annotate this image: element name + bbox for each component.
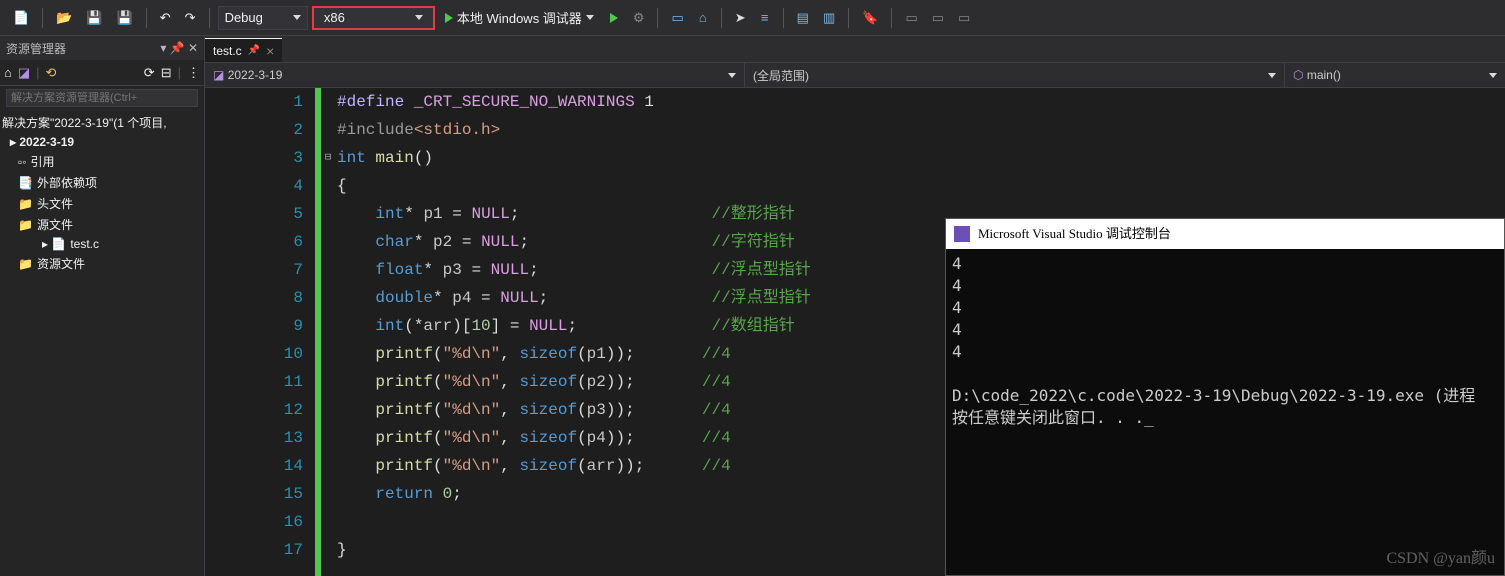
attach-icon[interactable]: ⚙ [628, 7, 650, 29]
play-icon [445, 13, 453, 23]
indent-icon[interactable]: ≡ [755, 7, 775, 29]
console-title-label: Microsoft Visual Studio 调试控制台 [978, 223, 1171, 245]
project-node[interactable]: ▸ 2022-3-19 [0, 133, 204, 151]
external-deps-node[interactable]: 📑 外部依赖项 [0, 172, 204, 193]
undo-icon[interactable]: ↶ [155, 7, 176, 29]
uncomment-icon[interactable]: ▥ [818, 7, 840, 29]
explorer-title: 资源管理器 [6, 40, 66, 57]
misc-icon-2[interactable]: ▭ [927, 7, 949, 29]
home-icon[interactable]: ⌂ [4, 65, 12, 80]
chevron-down-icon [586, 15, 594, 20]
save-all-icon[interactable]: 💾 [112, 7, 138, 29]
main-toolbar: 📄 📂 💾 💾 ↶ ↷ Debug x86 本地 Windows 调试器 ⚙ ▭… [0, 0, 1505, 36]
platform-label: x86 [324, 10, 345, 25]
start-without-debugging-icon[interactable] [604, 7, 624, 29]
debugger-label: 本地 Windows 调试器 [457, 8, 582, 27]
new-project-icon[interactable]: 📄 [8, 7, 34, 29]
file-tab-test-c[interactable]: test.c 📌 × [205, 38, 282, 62]
configuration-label: Debug [225, 10, 263, 25]
console-output: 4 4 4 4 4 D:\code_2022\c.code\2022-3-19\… [946, 249, 1504, 433]
chevron-down-icon [293, 15, 301, 20]
sources-node[interactable]: 📁 源文件 [0, 214, 204, 235]
references-node[interactable]: ▫◦ 引用 [0, 151, 204, 172]
open-folder-icon[interactable]: 📂 [51, 7, 77, 29]
redo-icon[interactable]: ↷ [180, 7, 201, 29]
console-titlebar[interactable]: Microsoft Visual Studio 调试控制台 [946, 219, 1504, 249]
nav-global-scope[interactable]: (全局范围) [745, 63, 1285, 87]
pin-icon[interactable]: 📌 [248, 45, 260, 56]
navigation-bar: ◪ 2022-3-19 (全局范围) ⬡ main() [205, 62, 1505, 88]
explorer-toolbar: ⌂ ◪ | ⟲ ⟳ ⊟ | ⋮ [0, 60, 204, 86]
history-icon[interactable]: ⟲ [46, 65, 57, 81]
tool-icon-1[interactable]: ▭ [666, 7, 688, 29]
nav-project-scope[interactable]: ◪ 2022-3-19 [205, 63, 745, 87]
tab-bar: test.c 📌 × [205, 36, 1505, 62]
platform-dropdown[interactable]: x86 [312, 6, 435, 30]
misc-icon-3[interactable]: ▭ [953, 7, 975, 29]
configuration-dropdown[interactable]: Debug [218, 6, 308, 30]
explorer-header-controls: ▾ 📌 ✕ [160, 41, 198, 55]
explorer-header: 资源管理器 ▾ 📌 ✕ [0, 36, 204, 60]
view-icon[interactable]: ◪ [18, 65, 30, 81]
fold-gutter: ⊟ [321, 88, 335, 576]
resources-node[interactable]: 📁 资源文件 [0, 253, 204, 274]
solution-node[interactable]: 解决方案"2022-3-19"(1 个项目, [0, 112, 204, 133]
close-icon[interactable]: × [266, 44, 274, 58]
debug-console-window: Microsoft Visual Studio 调试控制台 4 4 4 4 4 … [945, 218, 1505, 576]
explorer-tree: 解决方案"2022-3-19"(1 个项目, ▸ 2022-3-19 ▫◦ 引用… [0, 110, 204, 276]
tab-label: test.c [213, 44, 242, 58]
headers-node[interactable]: 📁 头文件 [0, 193, 204, 214]
refresh-icon[interactable]: ⟳ [144, 65, 155, 81]
cursor-icon[interactable]: ➤ [730, 7, 751, 29]
misc-icon-1[interactable]: ▭ [900, 7, 922, 29]
tool-icon-2[interactable]: ⌂ [693, 7, 713, 29]
collapse-icon[interactable]: ⊟ [161, 65, 172, 81]
solution-explorer: 资源管理器 ▾ 📌 ✕ ⌂ ◪ | ⟲ ⟳ ⊟ | ⋮ 解决方案"2022-3-… [0, 36, 205, 576]
comment-icon[interactable]: ▤ [792, 7, 814, 29]
save-icon[interactable]: 💾 [81, 7, 107, 29]
source-file-node[interactable]: ▸ 📄 test.c [0, 235, 204, 253]
bookmark-icon[interactable]: 🔖 [857, 7, 883, 29]
nav-function-scope[interactable]: ⬡ main() [1285, 63, 1505, 87]
start-debugging-button[interactable]: 本地 Windows 调试器 [439, 7, 600, 29]
console-app-icon [954, 226, 970, 242]
chevron-down-icon [415, 15, 423, 20]
explorer-search-input[interactable] [6, 89, 198, 107]
show-all-icon[interactable]: ⋮ [187, 65, 200, 81]
line-number-gutter: 1234567891011121314151617 [205, 88, 315, 576]
